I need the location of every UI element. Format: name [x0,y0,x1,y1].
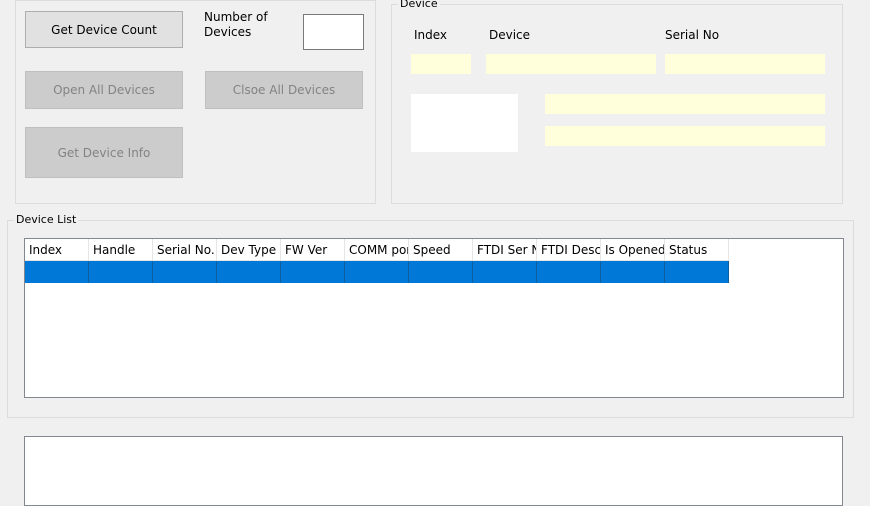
column-header-ftdi-ser-no[interactable]: FTDI Ser No [473,239,537,261]
table-cell [409,261,473,283]
get-device-info-button[interactable]: Get Device Info [25,127,183,178]
column-header-serial-no[interactable]: Serial No. [153,239,217,261]
device-list-title: Device List [14,213,79,227]
device-group-title: Device [398,0,440,11]
device-info-field-1[interactable] [545,94,825,114]
table-cell [665,261,729,283]
close-all-devices-button[interactable]: Clsoe All Devices [205,71,363,109]
device-field[interactable] [486,54,656,74]
table-cell [345,261,409,283]
number-of-devices-label: Number of Devices [204,10,268,39]
column-header-index[interactable]: Index [25,239,89,261]
device-list-header: Index Handle Serial No. Dev Type FW Ver … [25,239,729,261]
device-label: Device [489,28,531,42]
table-cell [473,261,537,283]
table-cell [153,261,217,283]
column-header-speed[interactable]: Speed [409,239,473,261]
get-device-count-button[interactable]: Get Device Count [25,11,183,48]
table-cell [89,261,153,283]
index-field[interactable] [411,54,471,74]
column-header-comm-port[interactable]: COMM port [345,239,409,261]
table-row[interactable] [25,261,729,283]
serial-no-label: Serial No [665,28,720,42]
index-label: Index [414,28,448,42]
open-all-devices-button[interactable]: Open All Devices [25,71,183,109]
table-cell [601,261,665,283]
device-image-box [411,94,518,152]
column-header-is-opened[interactable]: Is Opened [601,239,665,261]
table-cell [537,261,601,283]
serial-no-field[interactable] [665,54,825,74]
device-list-view[interactable]: Index Handle Serial No. Dev Type FW Ver … [24,238,844,398]
column-header-fw-ver[interactable]: FW Ver [281,239,345,261]
output-log[interactable] [24,436,843,506]
table-cell [217,261,281,283]
number-of-devices-field[interactable] [303,14,364,50]
table-cell [281,261,345,283]
table-cell [25,261,89,283]
column-header-ftdi-desc[interactable]: FTDI Desc [537,239,601,261]
column-header-status[interactable]: Status [665,239,729,261]
column-header-dev-type[interactable]: Dev Type [217,239,281,261]
column-header-handle[interactable]: Handle [89,239,153,261]
device-info-field-2[interactable] [545,126,825,146]
